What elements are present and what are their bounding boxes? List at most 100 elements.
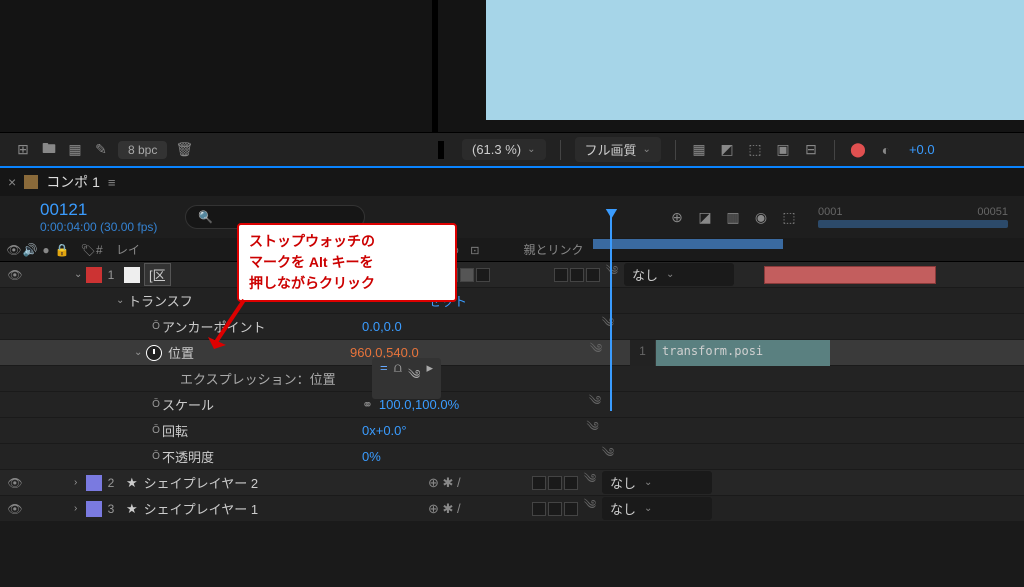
channels-icon[interactable]: ⬤ (849, 141, 867, 159)
rotation-value-a[interactable]: 0 (362, 423, 369, 438)
mask-icon[interactable]: ◩ (718, 141, 736, 159)
zoom-value: (61.3 %) (472, 142, 521, 157)
twirl-icon[interactable]: ⌄ (74, 269, 86, 280)
graph-editor-icon[interactable]: ⬚ (780, 208, 798, 226)
video-column-icon[interactable]: 👁 (6, 241, 22, 259)
folder-icon[interactable]: 🖿 (40, 141, 58, 159)
audio-column-icon[interactable]: 🔊 (22, 241, 38, 259)
layer-color-chip[interactable] (86, 475, 102, 491)
scale-label: スケール (162, 395, 362, 414)
region-icon[interactable]: ⬚ (746, 141, 764, 159)
opacity-label: 不透明度 (162, 447, 362, 466)
zoom-dropdown[interactable]: (61.3 %) ⌄ (462, 139, 546, 160)
stopwatch-icon[interactable]: Ŏ (150, 425, 162, 437)
layer-duration-bar[interactable] (764, 266, 936, 284)
expression-code[interactable]: transform.posi (656, 340, 830, 366)
layer-color-chip[interactable] (86, 267, 102, 283)
flowchart-icon[interactable]: ⊞ (14, 141, 32, 159)
comp-button-icon[interactable]: ⊕ (668, 208, 686, 226)
rotation-row[interactable]: Ŏ 回転 0 x+0.0° ༄ (0, 418, 1024, 444)
callout-line: 押しながらクリック (249, 273, 445, 294)
playhead[interactable] (610, 211, 612, 411)
frame-blend-icon[interactable]: ▥ (724, 208, 742, 226)
eye-toggle[interactable]: 👁 (6, 266, 24, 284)
comp-tab-name[interactable]: コンポ 1 (46, 172, 100, 192)
pickwhip-icon[interactable]: ༄ (586, 334, 606, 371)
twirl-icon[interactable]: › (74, 503, 86, 514)
layer-name-column[interactable]: レイ (116, 241, 140, 258)
eye-toggle[interactable]: 👁 (6, 474, 24, 492)
position-row[interactable]: ⌄ 位置 960.0,540.0 ༄ 1 transform.posi (0, 340, 1024, 366)
layer-name[interactable]: シェイプレイヤー 1 (144, 499, 258, 518)
tab-menu-icon[interactable]: ≡ (108, 175, 116, 190)
exposure-value[interactable]: +0.0 (909, 142, 935, 157)
layer-color-chip[interactable] (86, 501, 102, 517)
layer-index: 3 (102, 502, 120, 516)
eye-toggle[interactable]: 👁 (6, 500, 24, 518)
anchor-point-row[interactable]: Ŏ アンカーポイント 0.0,0.0 ༄ (0, 314, 1024, 340)
current-frame[interactable]: 00121 (40, 200, 157, 220)
chevron-down-icon: ⌄ (644, 503, 652, 514)
new-comp-icon[interactable]: ▦ (66, 141, 84, 159)
lock-column-icon[interactable]: 🔒 (54, 241, 70, 259)
shape-star-icon: ★ (126, 475, 138, 491)
position-label: 位置 (168, 343, 350, 362)
layer-row[interactable]: 👁 ⌄ 1 [区 ༄ なし ⌄ (0, 262, 1024, 288)
opacity-value[interactable]: 0% (362, 449, 498, 464)
shape-star-icon: ★ (126, 501, 138, 517)
scale-value[interactable]: 100.0,100.0% (379, 397, 499, 412)
transparency-grid-icon[interactable]: ▦ (690, 141, 708, 159)
layer-name[interactable]: [区 (144, 263, 171, 286)
twirl-icon[interactable]: › (74, 477, 86, 488)
current-timecode[interactable]: 0:00:04:00 (30.00 fps) (40, 220, 157, 234)
pickwhip-icon[interactable]: ༄ (580, 490, 600, 527)
snapshot-icon[interactable]: ▣ (774, 141, 792, 159)
rotation-label: 回転 (162, 421, 362, 440)
label-column-icon[interactable]: 🏷 (80, 241, 96, 259)
chevron-down-icon: ⌄ (666, 269, 674, 280)
stopwatch-icon[interactable]: Ŏ (150, 451, 162, 463)
shy-icon[interactable]: ◪ (696, 208, 714, 226)
layer-row[interactable]: 👁 › 3 ★ シェイプレイヤー 1 ⊕ ✱ / ༄ なし ⌄ (0, 496, 1024, 522)
expression-enable-icon[interactable]: = (380, 360, 388, 397)
twirl-icon[interactable]: ⌄ (134, 347, 146, 358)
quality-dropdown[interactable]: フル画質 ⌄ (575, 137, 661, 162)
constrain-proportions-icon[interactable]: ⚭ (362, 397, 373, 413)
scale-row[interactable]: Ŏ スケール ⚭ 100.0,100.0% ༄ (0, 392, 1024, 418)
timeline-panel: × コンポ 1 ≡ 00121 0:00:04:00 (30.00 fps) 🔍… (0, 166, 1024, 522)
stopwatch-icon-active[interactable] (146, 345, 162, 361)
stopwatch-icon[interactable]: Ŏ (150, 321, 162, 333)
parent-dropdown[interactable]: なし ⌄ (624, 263, 734, 286)
annotation-arrow (204, 295, 254, 358)
bit-depth-button[interactable]: 8 bpc (118, 141, 167, 159)
composition-panel (438, 0, 1024, 132)
main-toolbar: ⊞ 🖿 ▦ ✎ 8 bpc 🗑 (61.3 %) ⌄ フル画質 ⌄ ▦ ◩ ⬚ … (0, 132, 1024, 166)
callout-line: ストップウォッチの (249, 231, 445, 252)
transform-group-row[interactable]: ⌄ トランスフ セット (0, 288, 1024, 314)
adjustment-icon[interactable]: ✎ (92, 141, 110, 159)
solo-column-icon[interactable]: ● (38, 241, 54, 259)
stopwatch-icon[interactable]: Ŏ (150, 399, 162, 411)
timeline-tab-bar: × コンポ 1 ≡ (0, 168, 1024, 196)
work-area-bar[interactable] (593, 239, 783, 249)
project-panel (0, 0, 438, 132)
preview-canvas[interactable] (486, 0, 1024, 120)
layer-name[interactable]: シェイプレイヤー 2 (144, 473, 258, 492)
guides-icon[interactable]: ⊟ (802, 141, 820, 159)
anchor-point-label: アンカーポイント (162, 317, 362, 336)
rotation-value-b[interactable]: x+0.0° (369, 423, 406, 438)
expression-row: エクスプレッション：位置 = ⩍ ༄ ▸ (0, 366, 1024, 392)
exposure-icon[interactable]: ◐ (877, 141, 895, 159)
expression-pickwhip-icon[interactable]: ༄ (408, 360, 420, 397)
twirl-icon[interactable]: ⌄ (116, 295, 128, 306)
close-tab-icon[interactable]: × (8, 174, 16, 190)
parent-dropdown[interactable]: なし ⌄ (602, 497, 712, 520)
ruler-tick-start: 0001 (818, 206, 842, 220)
annotation-callout: ストップウォッチの マークを Alt キーを 押しながらクリック (237, 223, 457, 302)
expression-graph-icon[interactable]: ⩍ (394, 360, 402, 397)
time-ruler[interactable]: 0001 00051 (818, 206, 1008, 228)
anchor-point-value[interactable]: 0.0,0.0 (362, 319, 498, 334)
trash-icon[interactable]: 🗑 (175, 141, 193, 159)
motion-blur-icon[interactable]: ◉ (752, 208, 770, 226)
expression-language-icon[interactable]: ▸ (426, 360, 433, 397)
